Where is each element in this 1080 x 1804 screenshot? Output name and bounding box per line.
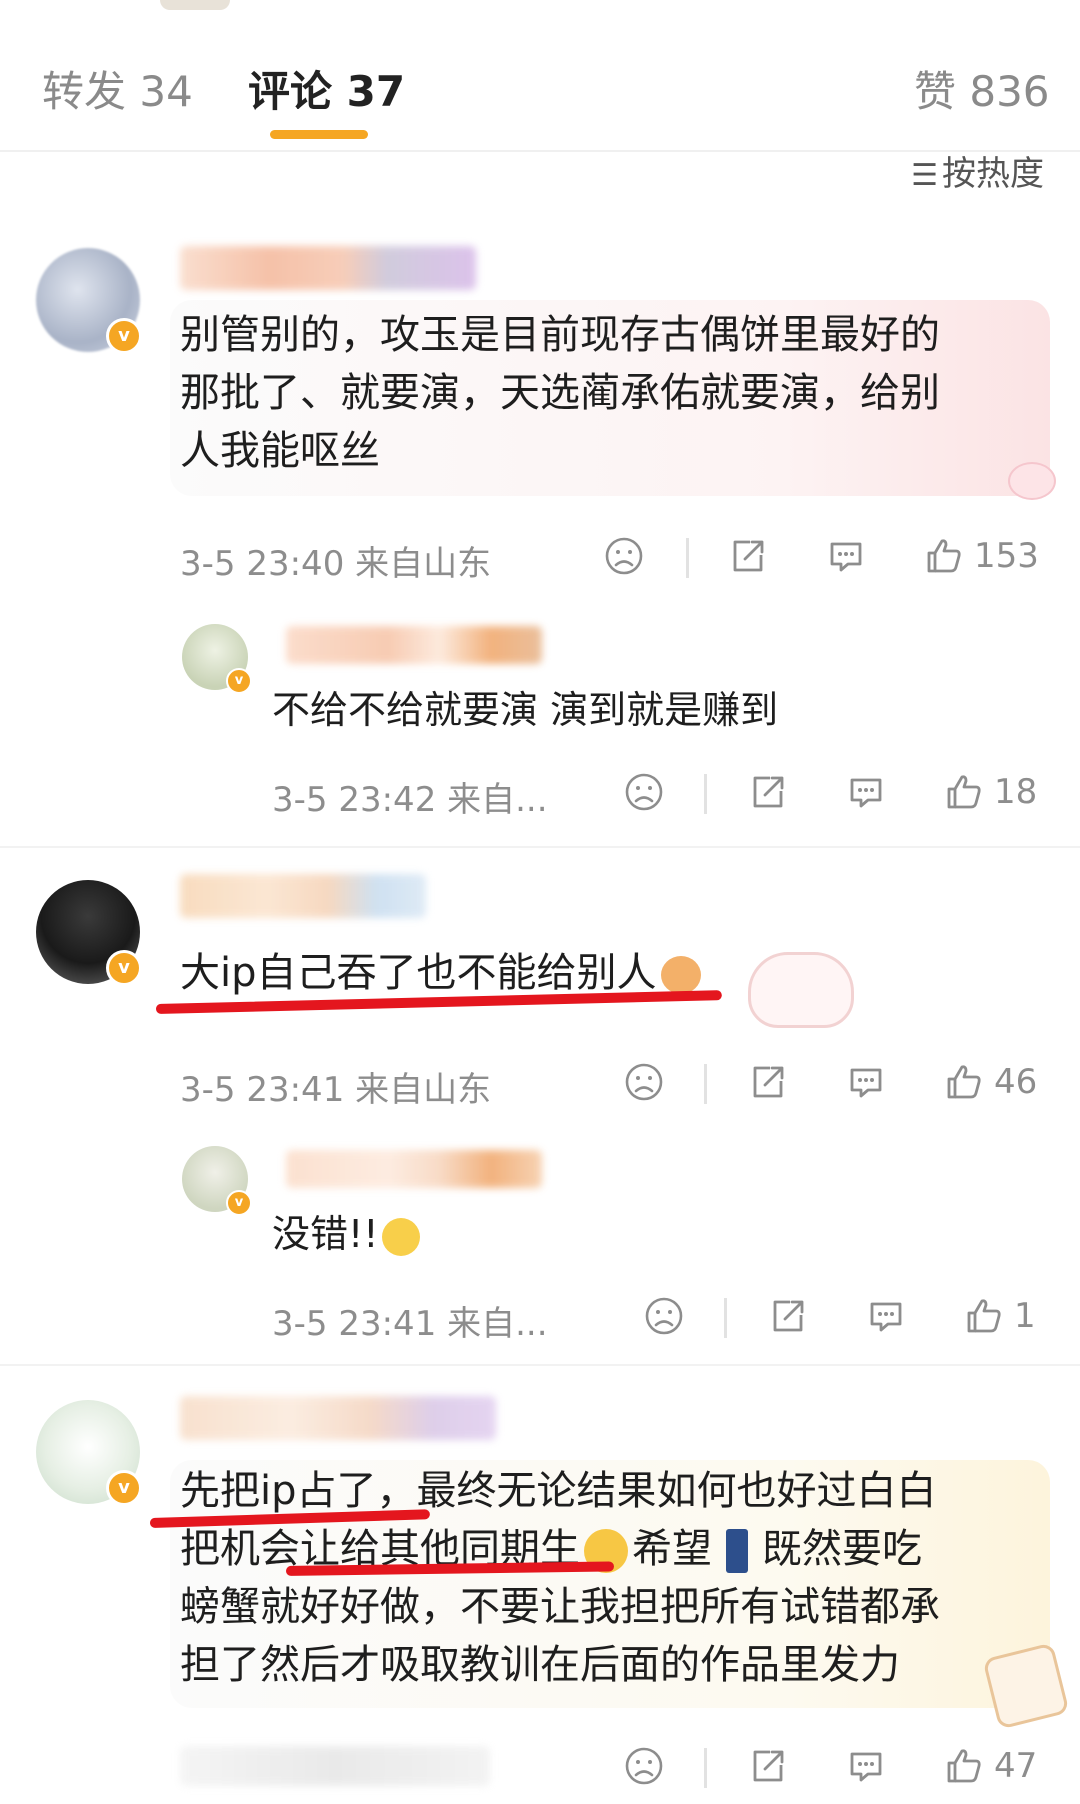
verified-badge-icon: v bbox=[106, 1470, 142, 1506]
verified-badge-icon: v bbox=[226, 1190, 252, 1216]
like-button[interactable]: 46 bbox=[944, 1062, 1037, 1102]
thumbs-up-icon bbox=[964, 1296, 1004, 1336]
sort-icon: ☰ bbox=[911, 158, 938, 193]
divider bbox=[704, 1748, 707, 1788]
active-tab-indicator bbox=[270, 130, 368, 139]
comment-text: 先把ip占了，最终无论结果如何也好过白白 把机会让给其他同期生 希望 既然要吃 螃蟹… bbox=[180, 1468, 940, 1688]
dislike-button[interactable] bbox=[624, 772, 664, 812]
verified-badge-icon: v bbox=[106, 318, 142, 354]
comment-icon bbox=[846, 1062, 886, 1102]
divider bbox=[704, 1064, 707, 1104]
comment-icon bbox=[866, 1296, 906, 1336]
sad-face-icon bbox=[624, 1746, 664, 1786]
tab-bar: 转发 34 评论 37 赞 836 bbox=[0, 0, 1080, 152]
share-button[interactable] bbox=[728, 536, 768, 576]
reply-text: 不给不给就要演 演到就是赚到 bbox=[272, 688, 779, 732]
thumbs-up-icon bbox=[924, 536, 964, 576]
share-icon bbox=[768, 1296, 808, 1336]
divider bbox=[686, 538, 689, 578]
comment-meta: 3-5 23:41 来自山东 bbox=[180, 1070, 492, 1110]
verified-badge-icon: v bbox=[106, 950, 142, 986]
share-icon bbox=[748, 772, 788, 812]
comment-button[interactable] bbox=[826, 536, 866, 576]
dislike-button[interactable] bbox=[604, 536, 644, 576]
reply-meta: 3-5 23:42 来自... bbox=[272, 780, 548, 820]
like-count: 1 bbox=[1014, 1296, 1036, 1336]
tab-repost[interactable]: 转发 34 bbox=[42, 58, 193, 119]
dislike-button[interactable] bbox=[624, 1062, 664, 1102]
username[interactable] bbox=[180, 246, 476, 290]
sad-face-icon bbox=[604, 536, 644, 576]
sad-face-icon bbox=[644, 1296, 684, 1336]
share-icon bbox=[728, 536, 768, 576]
comment-button[interactable] bbox=[846, 1746, 886, 1786]
comment-button[interactable] bbox=[866, 1296, 906, 1336]
paw-sticker-icon bbox=[1008, 462, 1056, 500]
username[interactable] bbox=[180, 874, 426, 918]
bunny-sticker-icon bbox=[748, 952, 854, 1028]
like-count: 18 bbox=[994, 772, 1038, 812]
thumbs-up-icon bbox=[944, 1746, 984, 1786]
share-icon bbox=[748, 1746, 788, 1786]
sort-toggle[interactable]: ☰ 按热度 bbox=[911, 146, 1044, 195]
like-count: 47 bbox=[994, 1746, 1038, 1786]
tab-like[interactable]: 赞 836 bbox=[914, 58, 1050, 119]
reply-meta: 3-5 23:41 来自... bbox=[272, 1304, 548, 1344]
comment-meta-blurred bbox=[180, 1746, 490, 1786]
verified-badge-icon: v bbox=[226, 668, 252, 694]
reply-username[interactable] bbox=[286, 1150, 542, 1188]
like-count: 46 bbox=[994, 1062, 1038, 1102]
like-button[interactable]: 1 bbox=[964, 1296, 1036, 1336]
dislike-button[interactable] bbox=[624, 1746, 664, 1786]
reply-text: 没错!! bbox=[272, 1206, 421, 1262]
separator bbox=[0, 846, 1080, 848]
comment-button[interactable] bbox=[846, 772, 886, 812]
sort-label: 按热度 bbox=[942, 154, 1044, 194]
divider bbox=[724, 1298, 727, 1338]
share-button[interactable] bbox=[748, 1746, 788, 1786]
like-count: 153 bbox=[974, 536, 1039, 576]
thumbs-up-icon bbox=[944, 772, 984, 812]
comment-text: 别管别的，攻玉是目前现存古偶饼里最好的 那批了、就要演，天选蔺承佑就要演，给别 … bbox=[180, 312, 940, 474]
comment-icon bbox=[846, 772, 886, 812]
comment-meta: 3-5 23:40 来自山东 bbox=[180, 544, 492, 584]
comment-icon bbox=[846, 1746, 886, 1786]
username[interactable] bbox=[180, 1396, 496, 1440]
comment-icon bbox=[826, 536, 866, 576]
jeans-emoji-icon bbox=[726, 1529, 748, 1573]
share-button[interactable] bbox=[748, 1062, 788, 1102]
share-icon bbox=[748, 1062, 788, 1102]
tab-comment[interactable]: 评论 37 bbox=[248, 58, 405, 119]
hug-emoji-icon bbox=[382, 1217, 421, 1256]
comment-button[interactable] bbox=[846, 1062, 886, 1102]
thumbs-up-icon bbox=[944, 1062, 984, 1102]
reply-username[interactable] bbox=[286, 626, 542, 664]
sad-face-icon bbox=[624, 1062, 664, 1102]
sad-face-icon bbox=[624, 772, 664, 812]
share-button[interactable] bbox=[768, 1296, 808, 1336]
like-button[interactable]: 18 bbox=[944, 772, 1037, 812]
share-button[interactable] bbox=[748, 772, 788, 812]
shiba-emoji-icon bbox=[660, 956, 701, 994]
divider bbox=[704, 774, 707, 814]
separator bbox=[0, 1364, 1080, 1366]
dislike-button[interactable] bbox=[644, 1296, 684, 1336]
like-button[interactable]: 153 bbox=[924, 536, 1039, 576]
like-button[interactable]: 47 bbox=[944, 1746, 1037, 1786]
